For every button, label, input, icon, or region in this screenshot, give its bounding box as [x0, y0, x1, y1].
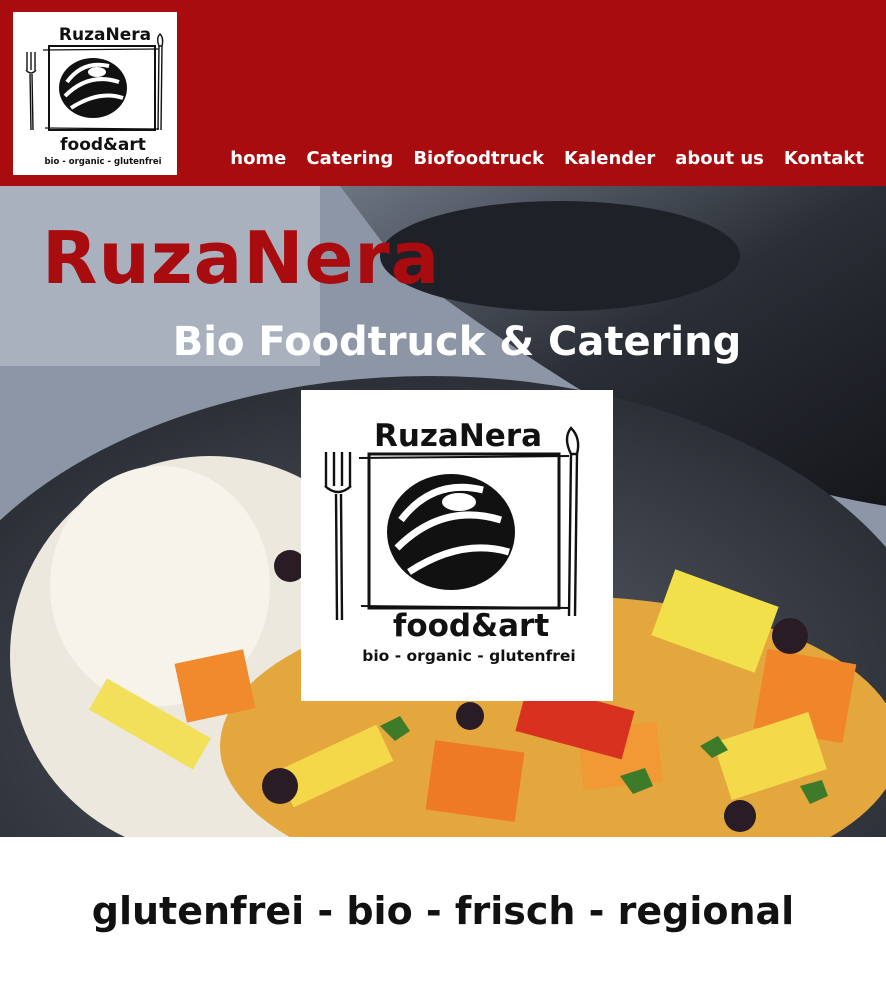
tagline: glutenfrei - bio - frisch - regional [91, 889, 795, 933]
hero-subtitle: Bio Foodtruck & Catering [172, 319, 742, 365]
site-header: RuzaNera food&art bio - organic - gluten… [0, 0, 886, 186]
logo-tagline-sub: bio - organic - glutenfrei [44, 157, 161, 167]
fork-icon [25, 52, 37, 131]
header-logo-link[interactable]: RuzaNera food&art bio - organic - gluten… [13, 12, 177, 175]
fork-icon-large [324, 452, 352, 621]
nav-kontakt[interactable]: Kontakt [784, 148, 864, 169]
logo-tagline-main: food&art [60, 135, 146, 155]
center-logo-brand-text: RuzaNera [374, 418, 542, 454]
nav-home[interactable]: home [230, 148, 286, 169]
hero-banner: RuzaNera Bio Foodtruck & Catering RuzaNe… [0, 186, 886, 837]
nav-biofoodtruck[interactable]: Biofoodtruck [413, 148, 544, 169]
ruzanera-logo: RuzaNera food&art bio - organic - gluten… [25, 25, 164, 167]
hero-title: RuzaNera [42, 216, 441, 300]
paintbrush-icon [157, 33, 164, 131]
rose-icon-large [387, 474, 515, 590]
nav-kalender[interactable]: Kalender [564, 148, 655, 169]
nav-about-us[interactable]: about us [675, 148, 764, 169]
main-nav: home Catering Biofoodtruck Kalender abou… [210, 148, 864, 169]
center-logo-tagline-main: food&art [393, 608, 550, 644]
logo-brand-text: RuzaNera [59, 25, 151, 45]
hero-center-logo: RuzaNera food&art bio - organic - gluten… [301, 390, 613, 701]
rose-icon [59, 58, 127, 118]
ruzanera-logo-large: RuzaNera food&art bio - organic - gluten… [324, 418, 580, 665]
nav-catering[interactable]: Catering [306, 148, 393, 169]
center-logo-tagline-sub: bio - organic - glutenfrei [362, 647, 576, 665]
